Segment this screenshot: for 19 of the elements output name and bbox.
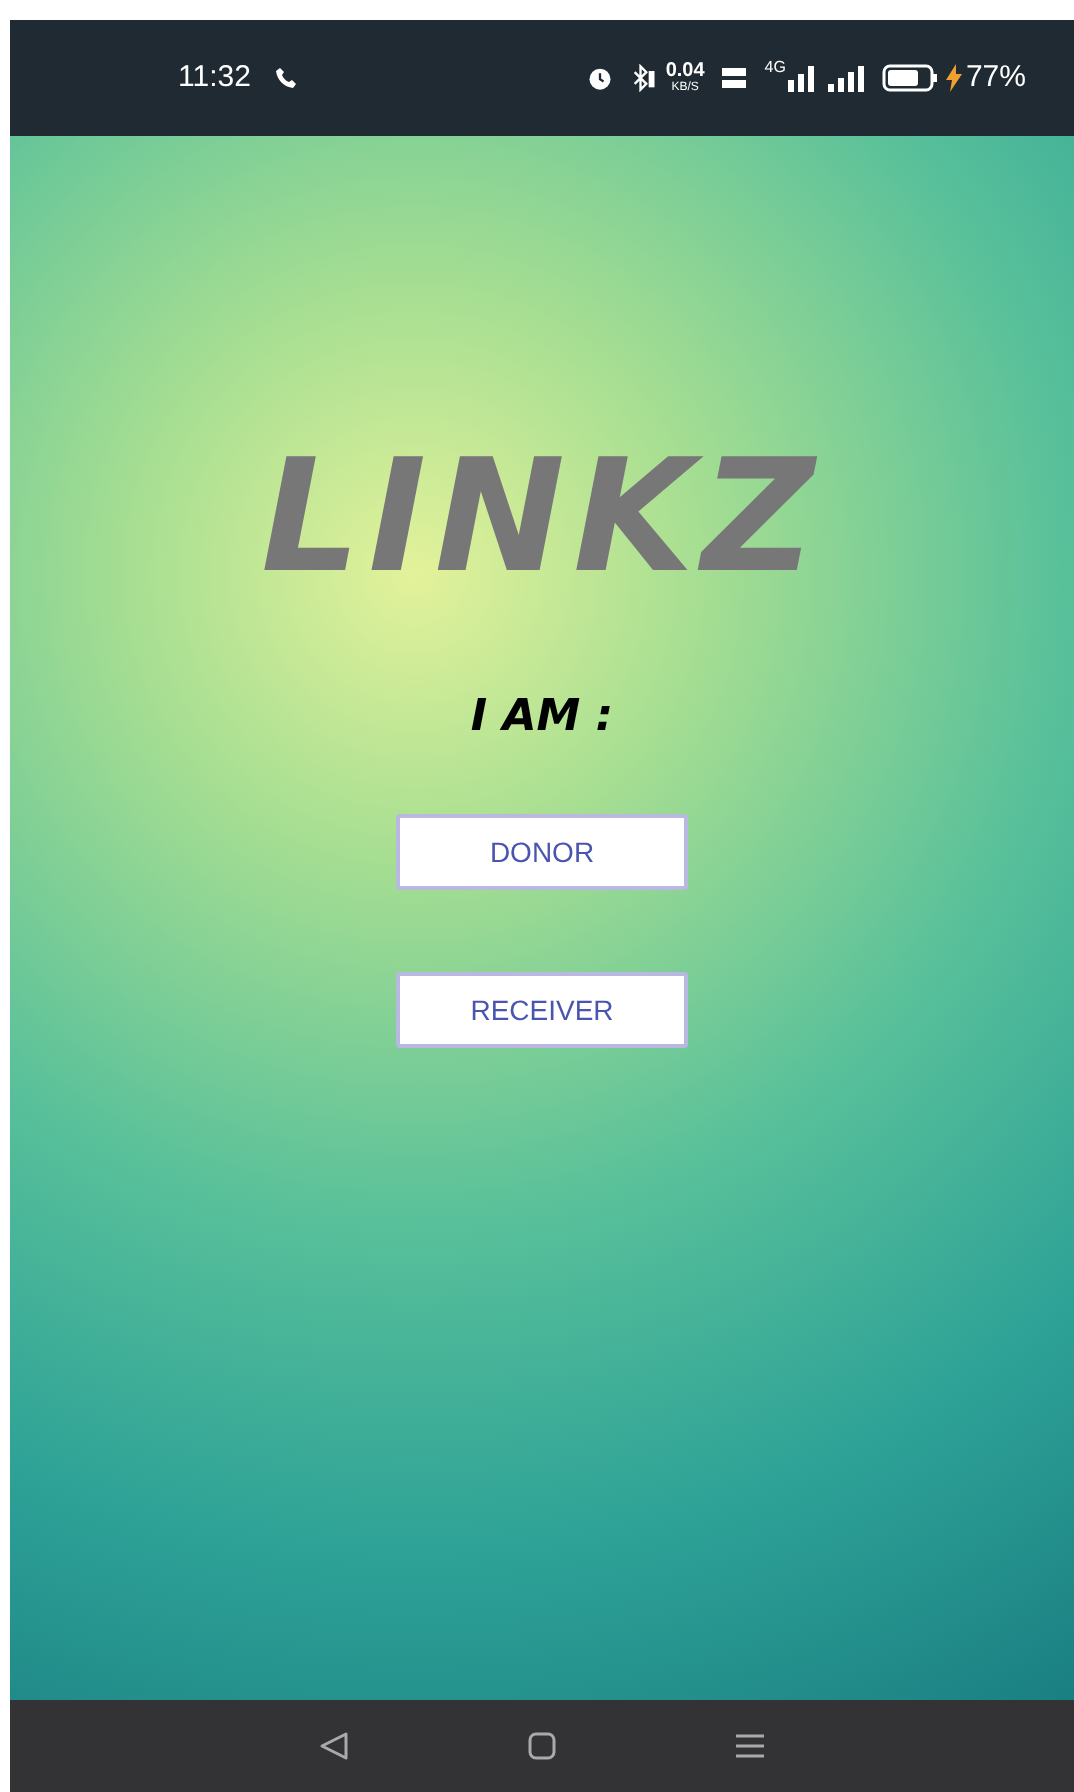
volte-icon (720, 64, 749, 92)
phone-icon (274, 66, 299, 90)
network-type: 4G (764, 56, 786, 80)
charging-icon (945, 64, 962, 92)
back-icon[interactable] (318, 1730, 350, 1762)
signal-icon (785, 64, 818, 92)
bluetooth-icon (629, 64, 658, 92)
home-icon[interactable] (526, 1730, 558, 1762)
role-button[interactable]: RECEIVER (396, 972, 688, 1048)
prompt-label: I AM : (470, 690, 614, 746)
logo: LINKZ (260, 440, 823, 596)
battery-percent: 77% (965, 57, 1026, 98)
role-button[interactable]: DONOR (396, 814, 688, 890)
network-speed: 0.04 (665, 62, 705, 82)
signal-icon (825, 64, 866, 92)
alarm-icon (585, 64, 614, 92)
status-time: 11:32 (178, 57, 251, 98)
menu-icon[interactable] (734, 1730, 766, 1762)
battery-icon (881, 64, 938, 92)
